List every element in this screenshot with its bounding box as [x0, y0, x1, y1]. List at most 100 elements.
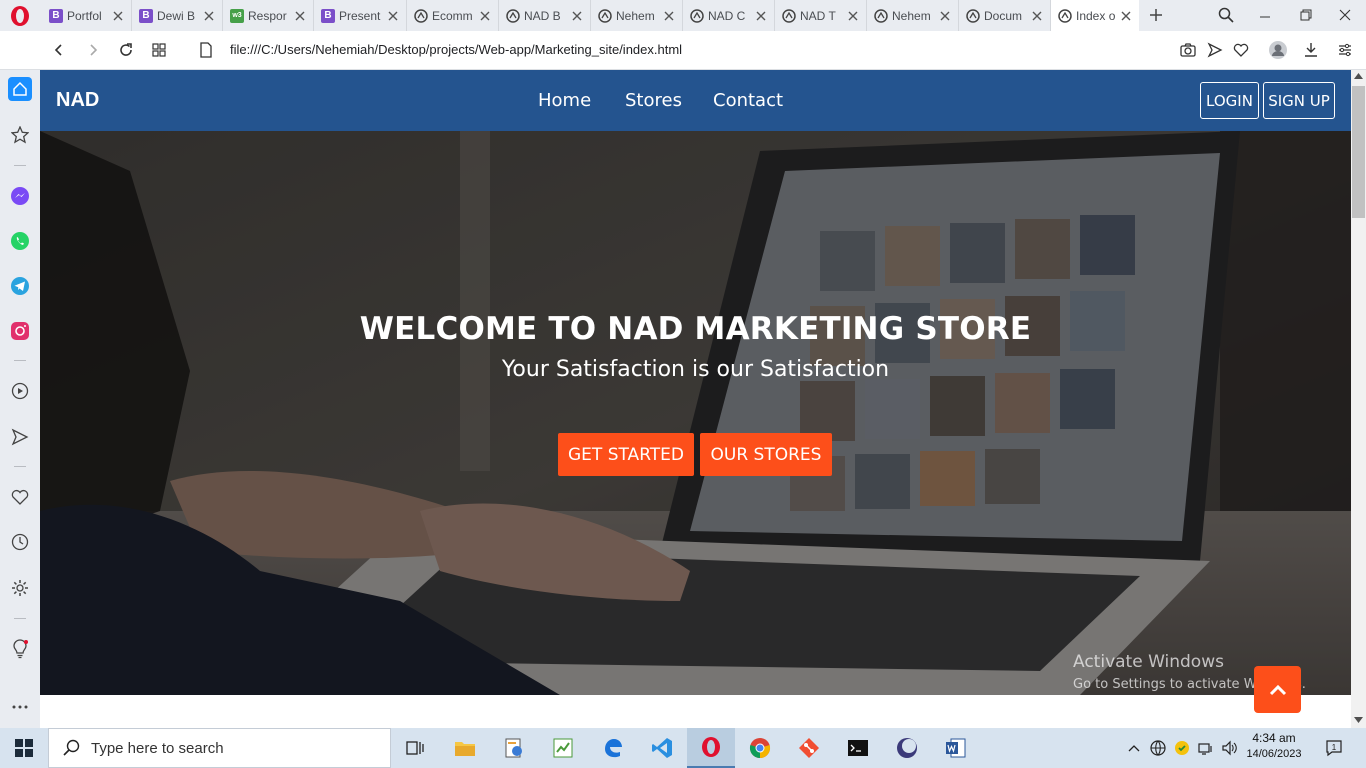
login-button[interactable]: LOGIN: [1200, 82, 1259, 119]
terminal-icon[interactable]: [834, 728, 882, 768]
tab-dewi[interactable]: B Dewi B: [132, 0, 223, 31]
scrollbar-thumb[interactable]: [1352, 86, 1365, 218]
close-icon[interactable]: [1030, 9, 1044, 23]
chevron-up-tray-icon[interactable]: [1124, 738, 1144, 758]
bootstrap-icon: B: [139, 8, 153, 23]
windows-start-icon[interactable]: [0, 728, 48, 768]
tab-search-icon[interactable]: [1213, 3, 1239, 27]
eclipse-app-icon[interactable]: [883, 728, 931, 768]
language-globe-icon[interactable]: [1148, 738, 1168, 758]
globe-icon: [966, 8, 980, 23]
back-arrow-icon[interactable]: [48, 39, 70, 61]
tab-nehemiah-1[interactable]: Nehem: [591, 0, 683, 31]
nav-link-contact[interactable]: Contact: [713, 90, 783, 111]
new-tab-plus-icon[interactable]: [1145, 4, 1167, 26]
globe-icon: [690, 8, 704, 23]
tab-title: NAD B: [524, 8, 561, 23]
word-icon[interactable]: [932, 728, 980, 768]
close-icon[interactable]: [570, 9, 584, 23]
security-shield-icon[interactable]: [1172, 738, 1192, 758]
tab-ecomm[interactable]: Ecomm: [407, 0, 499, 31]
window-close-icon[interactable]: [1332, 3, 1358, 27]
url-field[interactable]: file:///C:/Users/Nehemiah/Desktop/projec…: [230, 42, 682, 57]
browser-tab-strip: B Portfol B Dewi B w3 Respor B Present E…: [0, 0, 1366, 31]
tab-title: Nehem: [892, 8, 931, 23]
edge-browser-icon[interactable]: [589, 728, 637, 768]
opera-taskbar-icon[interactable]: [687, 728, 735, 768]
task-view-icon[interactable]: [392, 728, 440, 768]
tab-index-active[interactable]: Index o: [1051, 0, 1139, 31]
messenger-icon[interactable]: [8, 184, 32, 208]
whatsapp-icon[interactable]: [8, 229, 32, 253]
taskbar-search-input[interactable]: Type here to search: [48, 728, 391, 768]
tab-present[interactable]: B Present: [314, 0, 407, 31]
close-icon[interactable]: [754, 9, 768, 23]
heart-icon[interactable]: [8, 485, 32, 509]
page-scrollbar[interactable]: [1351, 70, 1366, 728]
tab-nad-t[interactable]: NAD T: [775, 0, 867, 31]
nav-link-home[interactable]: Home: [538, 90, 591, 111]
tab-nehemiah-2[interactable]: Nehem: [867, 0, 959, 31]
notifications-icon[interactable]: 1: [1324, 738, 1344, 758]
tab-title: Ecomm: [432, 8, 473, 23]
forward-arrow-icon[interactable]: [82, 39, 104, 61]
globe-icon: [1058, 8, 1072, 23]
volume-icon[interactable]: [1220, 738, 1240, 758]
signup-button[interactable]: SIGN UP: [1263, 82, 1335, 119]
minimize-icon[interactable]: [1252, 3, 1278, 27]
close-icon[interactable]: [662, 9, 676, 23]
get-started-button[interactable]: GET STARTED: [558, 433, 694, 476]
site-brand-logo[interactable]: NAD: [56, 89, 99, 112]
hero-background-image: [40, 131, 1351, 695]
vscode-icon[interactable]: [638, 728, 686, 768]
star-icon[interactable]: [8, 123, 32, 147]
site-navbar: NAD Home Stores Contact LOGIN SIGN UP: [40, 70, 1351, 131]
close-icon[interactable]: [111, 9, 125, 23]
scroll-to-top-button[interactable]: [1254, 666, 1301, 713]
tab-nad-c[interactable]: NAD C: [683, 0, 775, 31]
send-icon[interactable]: [1204, 39, 1226, 61]
reload-icon[interactable]: [115, 39, 137, 61]
close-icon[interactable]: [293, 9, 307, 23]
scroll-down-arrow-icon[interactable]: [1354, 717, 1363, 723]
tab-nad-b[interactable]: NAD B: [499, 0, 591, 31]
more-dots-icon[interactable]: [8, 695, 32, 719]
nav-link-stores[interactable]: Stores: [625, 90, 682, 111]
network-icon[interactable]: [1196, 738, 1216, 758]
settings-gear-icon[interactable]: [8, 576, 32, 600]
tab-responsive[interactable]: w3 Respor: [223, 0, 314, 31]
globe-icon: [598, 8, 612, 23]
easy-setup-icon[interactable]: [1334, 39, 1356, 61]
profile-avatar-icon[interactable]: [1267, 39, 1289, 61]
camera-snapshot-icon[interactable]: [1177, 39, 1199, 61]
home-icon[interactable]: [8, 77, 32, 101]
hero-subtitle: Your Satisfaction is our Satisfaction: [501, 357, 890, 382]
close-icon[interactable]: [202, 9, 216, 23]
history-clock-icon[interactable]: [8, 530, 32, 554]
heart-bookmark-icon[interactable]: [1230, 39, 1252, 61]
tab-document[interactable]: Docum: [959, 0, 1051, 31]
chrome-icon[interactable]: [736, 728, 784, 768]
git-app-icon[interactable]: [785, 728, 833, 768]
telegram-icon[interactable]: [8, 274, 32, 298]
instagram-icon[interactable]: [8, 319, 32, 343]
opera-menu-icon[interactable]: [8, 5, 32, 27]
download-icon[interactable]: [1300, 39, 1322, 61]
lightbulb-icon[interactable]: [8, 637, 32, 661]
our-stores-button[interactable]: OUR STORES: [700, 433, 832, 476]
send-arrow-icon[interactable]: [8, 425, 32, 449]
taskbar-clock[interactable]: 4:34 am 14/06/2023: [1244, 731, 1304, 760]
close-icon[interactable]: [478, 9, 492, 23]
player-icon[interactable]: [8, 379, 32, 403]
scroll-up-arrow-icon[interactable]: [1354, 73, 1363, 79]
installer-app-icon[interactable]: [490, 728, 538, 768]
restore-icon[interactable]: [1293, 3, 1319, 27]
close-icon[interactable]: [386, 9, 400, 23]
file-explorer-icon[interactable]: [441, 728, 489, 768]
sublime-app-icon[interactable]: [539, 728, 587, 768]
tab-grid-icon[interactable]: [148, 39, 170, 61]
close-icon[interactable]: [1119, 9, 1133, 23]
close-icon[interactable]: [846, 9, 860, 23]
close-icon[interactable]: [938, 9, 952, 23]
tab-portfolio[interactable]: B Portfol: [42, 0, 132, 31]
